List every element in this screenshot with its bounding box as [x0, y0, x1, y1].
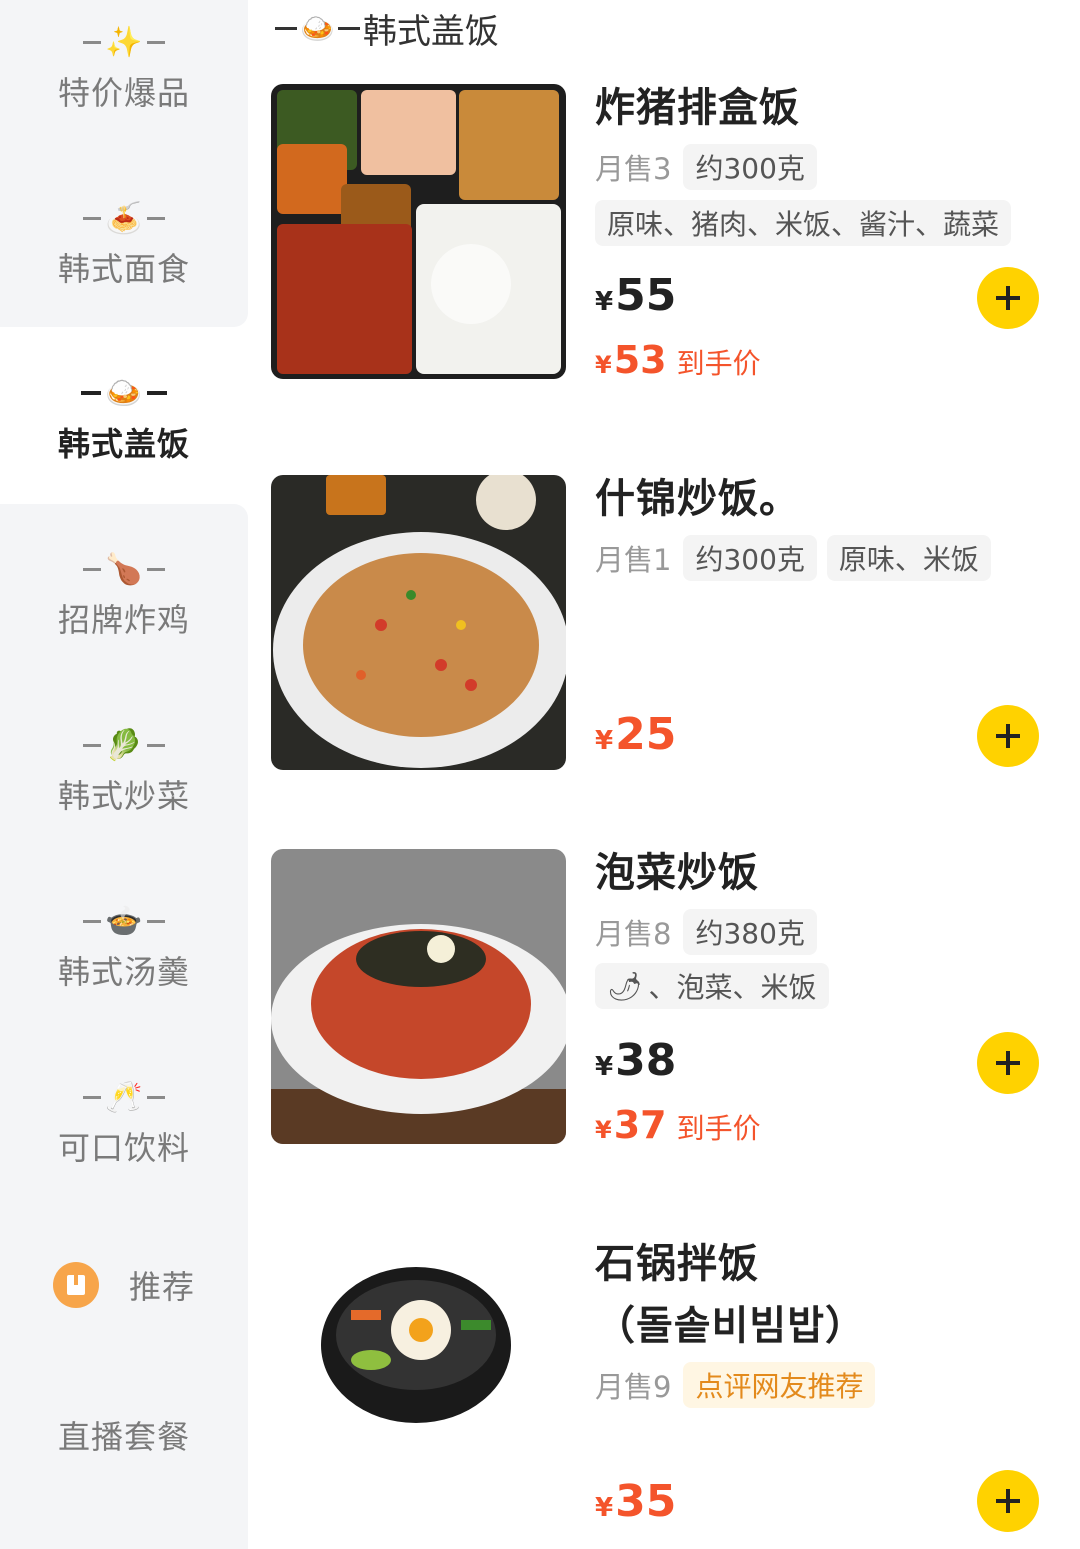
product-tag: 原味、米饭 [826, 535, 991, 581]
soup-bowl-icon: 🍲 [105, 903, 143, 939]
product-card[interactable]: 石锅拌饭 （돌솥비빔밥） 月售9 点评网友推荐 ¥35 [271, 1240, 1061, 1549]
sparkles-icon: ✨ [105, 24, 143, 60]
sidebar-item-live-set-meals[interactable]: 直播套餐 [0, 1406, 248, 1458]
sidebar-item-korean-soups[interactable]: 🍲 韩式汤羹 [0, 901, 248, 993]
add-to-cart-button[interactable] [977, 1470, 1039, 1532]
add-to-cart-button[interactable] [977, 705, 1039, 767]
rice-bowl-icon: 🍛 [300, 11, 335, 45]
section-title-text: 韩式盖饭 [362, 11, 499, 52]
sidebar-item-label: 招牌炸鸡 [57, 601, 190, 639]
noodle-bowl-icon: 🍝 [105, 200, 143, 236]
sidebar-item-label: 可口饮料 [57, 1129, 190, 1167]
sidebar-item-fried-chicken[interactable]: 🍗 招牌炸鸡 [0, 549, 248, 641]
plus-icon [996, 724, 1020, 748]
monthly-sales: 月售1 [595, 543, 672, 577]
sidebar-bg-bottom [0, 504, 248, 1549]
product-name: 炸猪排盒饭 [595, 85, 800, 131]
plus-icon [996, 1489, 1020, 1513]
product-tag: 约300克 [683, 144, 817, 190]
sidebar-item-label: 韩式汤羹 [57, 953, 190, 991]
monthly-sales: 月售3 [595, 152, 672, 186]
product-tag: 原味、猪肉、米饭、酱汁、蔬菜 [595, 200, 1012, 246]
sidebar-item-label: 韩式面食 [57, 250, 190, 288]
product-image[interactable] [271, 475, 566, 770]
monthly-sales: 月售9 [595, 1370, 672, 1404]
sidebar-item-korean-stir-fry[interactable]: 🥬 韩式炒菜 [0, 725, 248, 817]
category-sidebar: ✨ 特价爆品 🍝 韩式面食 🍛 韩式盖饭 🍗 招牌炸鸡 🥬 韩式炒菜 🍲 韩式汤… [0, 0, 248, 1549]
product-name-line1: 石锅拌饭 [595, 1241, 759, 1287]
sidebar-item-recommend[interactable]: 推荐 [0, 1262, 248, 1308]
drumstick-icon: 🍗 [105, 551, 143, 587]
final-price: ¥53 到手价 [595, 338, 761, 382]
product-name: 泡菜炒饭 [595, 850, 759, 896]
sidebar-item-label: 直播套餐 [57, 1418, 190, 1456]
rice-bowl-icon: 🍛 [105, 375, 143, 411]
final-price: ¥37 到手价 [595, 1103, 761, 1147]
product-tag: 约300克 [683, 535, 817, 581]
monthly-sales: 月售8 [595, 917, 672, 951]
plus-icon [996, 286, 1020, 310]
price: ¥35 [595, 1476, 677, 1527]
champagne-glasses-icon: 🥂 [105, 1079, 143, 1115]
sidebar-item-label: 韩式盖饭 [57, 425, 190, 463]
sidebar-item-korean-rice-bowls[interactable]: 🍛 韩式盖饭 [0, 373, 248, 465]
sidebar-item-korean-noodles[interactable]: 🍝 韩式面食 [0, 198, 248, 290]
add-to-cart-button[interactable] [977, 267, 1039, 329]
plus-icon [996, 1051, 1020, 1075]
sidebar-item-label: 推荐 [128, 1268, 195, 1306]
product-tag: 约380克 [683, 909, 817, 955]
product-card[interactable]: 什锦炒饭。 月售1 约300克 原味、米饭 ¥25 [271, 475, 1061, 775]
recommend-badge: 点评网友推荐 [683, 1362, 876, 1408]
sidebar-item-drinks[interactable]: 🥂 可口饮料 [0, 1077, 248, 1169]
chili-pepper-icon: 🌶 [607, 969, 643, 1003]
product-tag: 🌶 、泡菜、米饭 [595, 963, 829, 1009]
product-card[interactable]: 炸猪排盒饭 月售3 约300克 原味、猪肉、米饭、酱汁、蔬菜 ¥55 ¥53 到手… [271, 84, 1061, 384]
product-card[interactable]: 泡菜炒饭 月售8 约380克 🌶 、泡菜、米饭 ¥38 ¥37 到手价 [271, 849, 1061, 1149]
sidebar-item-specials[interactable]: ✨ 特价爆品 [0, 22, 248, 114]
recommend-badge-icon [52, 1262, 99, 1308]
product-image[interactable] [271, 1240, 566, 1535]
add-to-cart-button[interactable] [977, 1032, 1039, 1094]
product-name: 什锦炒饭。 [595, 476, 800, 522]
price: ¥25 [595, 709, 677, 760]
sidebar-item-label: 特价爆品 [57, 74, 190, 112]
leafy-green-icon: 🥬 [105, 727, 143, 763]
original-price: ¥38 [595, 1035, 677, 1086]
product-image[interactable] [271, 84, 566, 379]
section-title: 🍛 韩式盖饭 [272, 6, 499, 52]
product-name-line2: （돌솥비빔밥） [595, 1303, 866, 1349]
original-price: ¥55 [595, 270, 677, 321]
sidebar-item-label: 韩式炒菜 [57, 777, 190, 815]
product-image[interactable] [271, 849, 566, 1144]
